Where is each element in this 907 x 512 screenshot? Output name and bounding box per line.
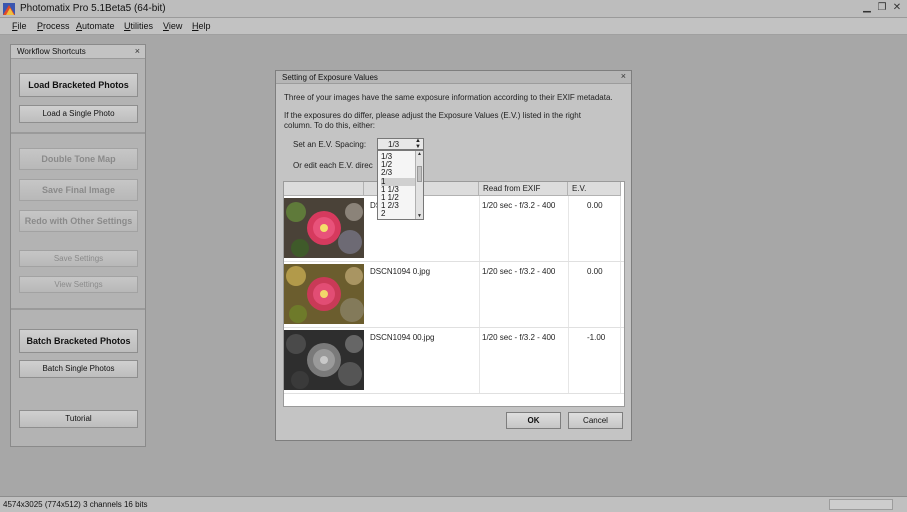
ev-cell[interactable]: -1.00 <box>587 333 605 342</box>
menu-automate[interactable]: Automate <box>76 21 115 31</box>
workflow-shortcuts-panel: Workflow Shortcuts × Load Bracketed Phot… <box>10 44 146 447</box>
table-row[interactable]: DSCN1094 00.jpg 1/20 sec - f/3.2 - 400 -… <box>284 328 624 394</box>
menu-help-rest: elp <box>198 21 211 31</box>
dialog-title-bar: Setting of Exposure Values × <box>276 71 631 84</box>
dropdown-option[interactable]: 2/3 <box>381 169 415 177</box>
menu-utilities-rest: tilities <box>130 21 154 31</box>
menu-view[interactable]: View <box>163 21 182 31</box>
column-header-ev: E.V. <box>568 182 621 196</box>
photo-thumbnail <box>284 264 364 324</box>
ev-cell[interactable]: 0.00 <box>587 267 603 276</box>
exif-cell: 1/20 sec - f/3.2 - 400 <box>482 201 556 210</box>
menu-bar: File Process Automate Utilities View Hel… <box>0 18 907 35</box>
redo-with-other-settings-button[interactable]: Redo with Other Settings <box>19 210 138 232</box>
menu-utilities[interactable]: Utilities <box>124 21 153 31</box>
column-header-exif: Read from EXIF <box>479 182 568 196</box>
scrollbar-thumb[interactable] <box>417 166 422 182</box>
cancel-button[interactable]: Cancel <box>568 412 623 429</box>
workflow-close-icon[interactable]: × <box>135 46 140 56</box>
image-info-status: 4574x3025 (774x512) 3 channels 16 bits <box>3 500 148 509</box>
menu-process-rest: rocess <box>43 21 70 31</box>
ev-spacing-value: 1/3 <box>388 140 400 149</box>
ev-spacing-select[interactable]: 1/3 ▲ ▼ <box>377 138 424 150</box>
exif-cell: 1/20 sec - f/3.2 - 400 <box>482 333 556 342</box>
menu-automate-rest: utomate <box>82 21 115 31</box>
load-single-photo-button[interactable]: Load a Single Photo <box>19 105 138 123</box>
workflow-divider <box>11 308 145 310</box>
view-settings-button[interactable]: View Settings <box>19 276 138 293</box>
status-panel <box>829 499 893 510</box>
dropdown-option[interactable]: 2 <box>381 210 415 218</box>
menu-help[interactable]: Help <box>192 21 211 31</box>
scroll-down-icon[interactable]: ▼ <box>417 213 422 219</box>
batch-single-photos-button[interactable]: Batch Single Photos <box>19 360 138 378</box>
photo-thumbnail <box>284 330 364 390</box>
edit-each-ev-text: Or edit each E.V. direc <box>293 161 373 170</box>
double-tone-map-button[interactable]: Double Tone Map <box>19 148 138 170</box>
load-bracketed-photos-button[interactable]: Load Bracketed Photos <box>19 73 138 97</box>
ev-cell[interactable]: 0.00 <box>587 201 603 210</box>
title-bar: Photomatix Pro 5.1Beta5 (64-bit) ▁ ❐ ✕ <box>0 0 907 18</box>
workflow-divider <box>11 132 145 134</box>
workflow-header: Workflow Shortcuts × <box>11 45 145 59</box>
dialog-message-line2: If the exposures do differ, please adjus… <box>284 111 581 120</box>
table-row[interactable]: DSCN1094 0.jpg 1/20 sec - f/3.2 - 400 0.… <box>284 262 624 328</box>
tutorial-button[interactable]: Tutorial <box>19 410 138 428</box>
column-header-thumbnail <box>284 182 364 196</box>
dropdown-scrollbar[interactable]: ▲ ▼ <box>415 151 423 219</box>
save-settings-button[interactable]: Save Settings <box>19 250 138 267</box>
dropdown-option[interactable]: 1 2/3 <box>381 202 415 210</box>
workflow-title: Workflow Shortcuts <box>17 47 86 56</box>
save-final-image-button[interactable]: Save Final Image <box>19 179 138 201</box>
ev-spacing-label: Set an E.V. Spacing: <box>293 140 367 149</box>
dialog-message-line3: column. To do this, either: <box>284 121 376 130</box>
exposure-table: Read from EXIF E.V. DS 1/20 sec - f/3.2 … <box>283 181 625 407</box>
menu-file[interactable]: File <box>12 21 27 31</box>
restore-icon[interactable]: ❐ <box>876 2 888 14</box>
close-icon[interactable]: ✕ <box>891 2 903 14</box>
photomatix-app-icon <box>3 3 15 15</box>
menu-view-rest: iew <box>168 21 183 31</box>
filename-cell: DSCN1094 00.jpg <box>370 333 435 342</box>
ev-spacing-dropdown-list: 1/3 1/2 2/3 1 1 1/3 1 1/2 1 2/3 2 ▲ ▼ <box>377 150 424 220</box>
menu-file-rest: ile <box>17 21 27 31</box>
dialog-close-icon[interactable]: × <box>621 71 626 81</box>
spinner-arrows-icon[interactable]: ▲ ▼ <box>415 138 421 150</box>
filename-cell: DSCN1094 0.jpg <box>370 267 431 276</box>
dialog-title: Setting of Exposure Values <box>282 73 378 82</box>
status-bar: 4574x3025 (774x512) 3 channels 16 bits <box>0 496 907 512</box>
menu-process[interactable]: Process <box>37 21 70 31</box>
minimize-icon[interactable]: ▁ <box>861 2 873 14</box>
exif-cell: 1/20 sec - f/3.2 - 400 <box>482 267 556 276</box>
exposure-values-dialog: Setting of Exposure Values × Three of yo… <box>275 70 632 441</box>
scroll-up-icon[interactable]: ▲ <box>417 151 422 157</box>
table-row[interactable]: DS 1/20 sec - f/3.2 - 400 0.00 <box>284 196 624 262</box>
batch-bracketed-photos-button[interactable]: Batch Bracketed Photos <box>19 329 138 353</box>
window-title: Photomatix Pro 5.1Beta5 (64-bit) <box>20 3 166 14</box>
dialog-message-line1: Three of your images have the same expos… <box>284 93 613 102</box>
photo-thumbnail <box>284 198 364 258</box>
ok-button[interactable]: OK <box>506 412 561 429</box>
